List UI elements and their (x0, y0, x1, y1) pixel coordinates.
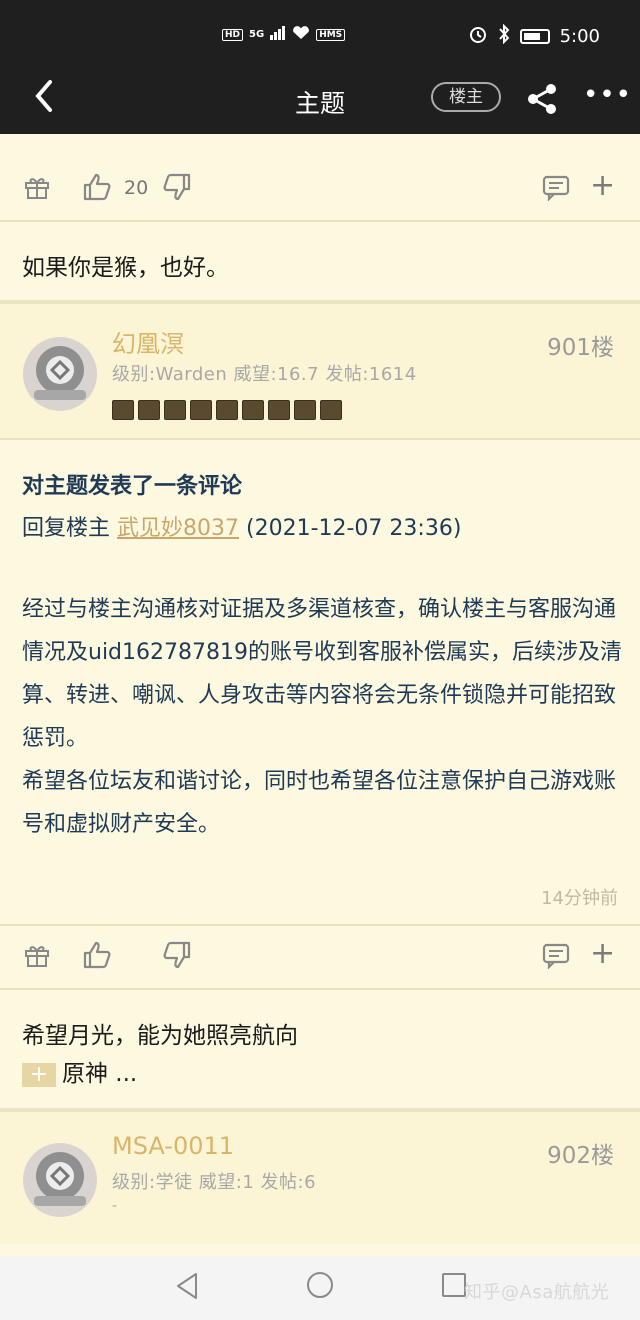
top-navbar: 主题 楼主 ••• (0, 66, 640, 134)
like-count: 20 (124, 177, 149, 199)
hd-chip: HD (222, 28, 244, 41)
status-bar: HD 5G HMS 5:00 (0, 0, 640, 66)
badge-icon (294, 400, 316, 420)
comment-icon[interactable] (542, 943, 570, 970)
bluetooth-icon (498, 23, 510, 49)
reply-prefix: 回复楼主 (22, 516, 117, 541)
reply-time: (2021-12-07 23:36) (239, 516, 462, 541)
username[interactable]: MSA-0011 (112, 1132, 234, 1160)
user-meta: 级别:学徒 威望:1 发帖:6 (112, 1172, 317, 1193)
add-icon[interactable]: + (590, 171, 615, 201)
post-actions-prev: 20 + (0, 156, 640, 220)
back-triangle-icon[interactable] (174, 1272, 200, 1300)
signature-text: 希望月光，能为她照亮航向 (22, 1023, 298, 1049)
user-meta: 级别:Warden 威望:16.7 发帖:1614 (112, 364, 417, 385)
heart-icon (292, 26, 310, 43)
signature-text: 如果你是猴，也好。 (22, 255, 229, 281)
status-right-icons: 5:00 (468, 23, 600, 49)
post-body-title: 对主题发表了一条评论 (22, 474, 243, 499)
more-icon[interactable]: ••• (583, 80, 632, 110)
gift-icon[interactable] (24, 942, 50, 968)
share-icon[interactable] (524, 81, 560, 117)
thumbs-down-icon[interactable] (162, 172, 192, 202)
comment-icon[interactable] (542, 175, 570, 202)
badge-icon (138, 400, 160, 420)
system-nav-bar: 知乎@Asa航航光 (0, 1256, 640, 1320)
alarm-icon (468, 24, 488, 49)
badge-icon (190, 400, 212, 420)
recent-apps-icon[interactable] (442, 1273, 466, 1297)
thumbs-up-icon[interactable] (82, 172, 112, 202)
battery-icon (519, 29, 550, 44)
tag-text[interactable]: 原神 ... (62, 1061, 137, 1087)
username[interactable]: 幻凰溟 (112, 324, 184, 359)
floor-number: 901楼 (547, 335, 614, 361)
status-left-icons: HD 5G HMS (222, 26, 346, 43)
reply-line: 回复楼主 武见妙8037 (2021-12-07 23:36) (22, 510, 461, 542)
avatar[interactable] (22, 336, 98, 412)
post-header-902: MSA-0011 902楼 级别:学徒 威望:1 发帖:6 - (0, 1112, 640, 1244)
signature-tag: + 原神 ... (22, 1054, 137, 1088)
tag-plus[interactable]: + (22, 1062, 56, 1087)
signal-icon (270, 26, 286, 43)
post-actions-901: + (0, 924, 640, 988)
post-body-text: 经过与楼主沟通核对证据及多渠道核查，确认楼主与客服沟通情况及uid1627878… (22, 597, 622, 837)
lz-only-button[interactable]: 楼主 (431, 82, 501, 112)
post-header-901: 幻凰溟 901楼 级别:Warden 威望:16.7 发帖:1614 (0, 304, 640, 438)
user-extra: - (112, 1198, 118, 1214)
hms-chip: HMS (316, 28, 346, 41)
divider (0, 220, 640, 222)
badge-icon (112, 400, 134, 420)
reply-user-link[interactable]: 武见妙8037 (117, 516, 239, 541)
post-time: 14分钟前 (541, 888, 618, 909)
badge-list (112, 400, 342, 420)
divider (0, 438, 640, 440)
badge-icon (216, 400, 238, 420)
watermark: 知乎@Asa航航光 (464, 1282, 610, 1303)
divider (0, 988, 640, 990)
add-icon[interactable]: + (590, 939, 615, 969)
badge-icon (242, 400, 264, 420)
avatar[interactable] (22, 1142, 98, 1218)
badge-icon (320, 400, 342, 420)
gift-icon[interactable] (24, 174, 50, 200)
badge-icon (268, 400, 290, 420)
network-label: 5G (249, 29, 265, 40)
badge-icon (164, 400, 186, 420)
thumbs-up-icon[interactable] (82, 940, 112, 970)
home-circle-icon[interactable] (307, 1272, 333, 1298)
floor-number: 902楼 (547, 1143, 614, 1169)
status-time: 5:00 (559, 26, 600, 47)
thumbs-down-icon[interactable] (162, 940, 192, 970)
